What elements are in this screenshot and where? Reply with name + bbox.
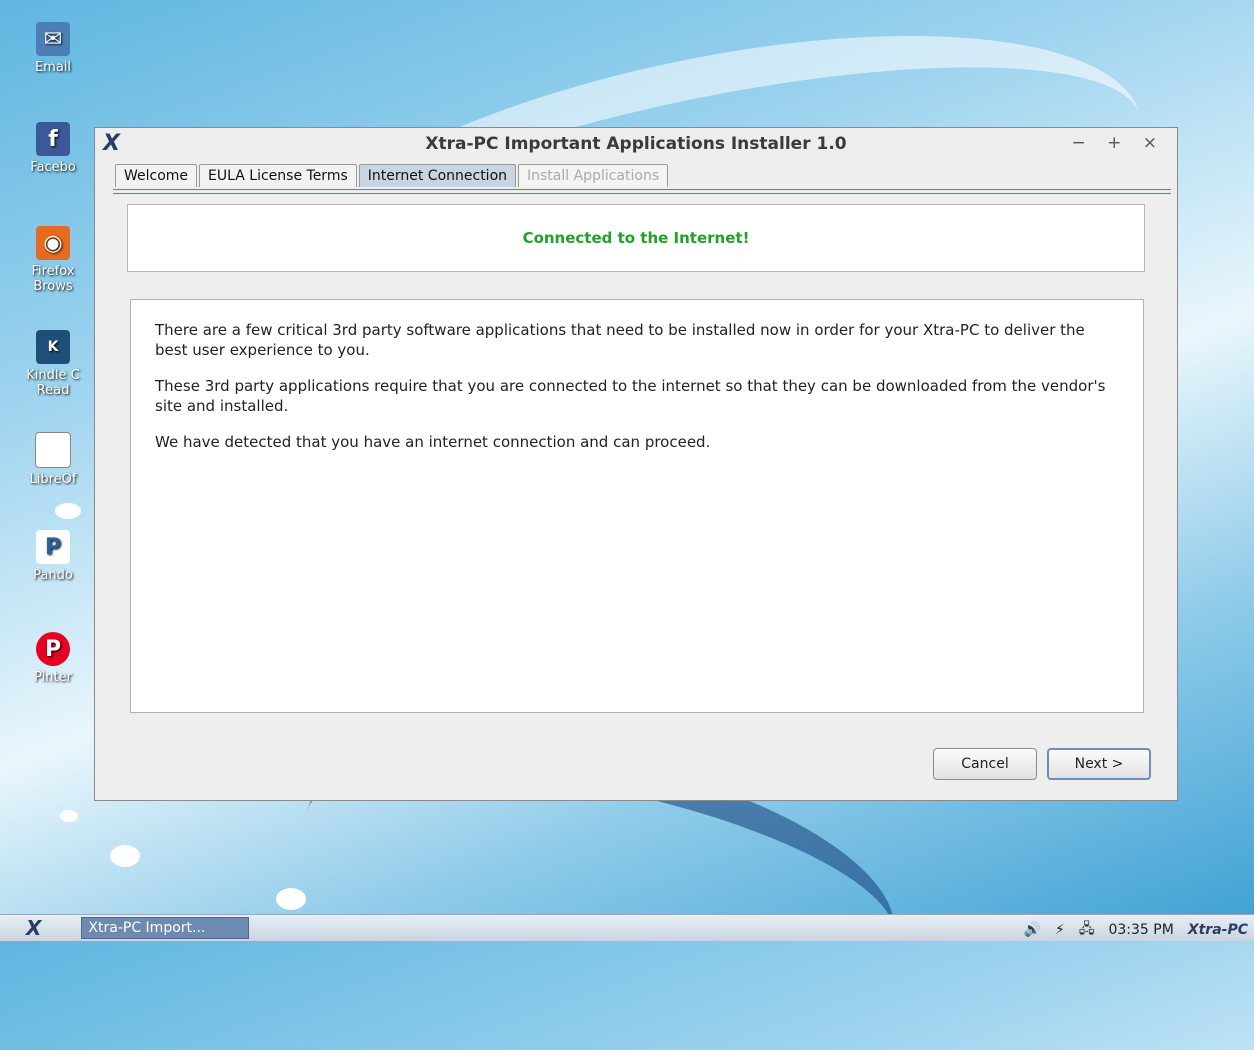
network-icon[interactable]: 🖧	[1079, 918, 1095, 942]
libreoffice-icon	[35, 432, 71, 468]
power-icon[interactable]: ⚡	[1055, 922, 1065, 938]
tab-bar: Welcome EULA License Terms Internet Conn…	[115, 164, 670, 187]
next-button[interactable]: Next >	[1047, 748, 1151, 780]
desktop-icon-kindle[interactable]: K Kindle C Read	[8, 330, 98, 398]
tab-internet-connection[interactable]: Internet Connection	[358, 164, 517, 187]
desktop-icon-facebook[interactable]: f Facebo	[8, 122, 98, 175]
connection-status: Connected to the Internet!	[127, 204, 1145, 272]
desktop-icon-label: Firefox Brows	[31, 264, 75, 294]
message-paragraph: These 3rd party applications require tha…	[155, 377, 1106, 415]
desktop-icon-label: Email	[34, 60, 72, 75]
volume-icon[interactable]: 🔊	[1024, 922, 1041, 938]
maximize-button[interactable]: +	[1107, 133, 1129, 153]
pinterest-icon: P	[36, 632, 70, 666]
tab-install-applications: Install Applications	[518, 164, 669, 187]
taskbar: X Xtra-PC Import... 🔊 ⚡ 🖧 03:35 PM Xtra-…	[0, 914, 1254, 941]
window-controls: − + ×	[1071, 133, 1165, 153]
desktop-icon-libreoffice[interactable]: LibreOf	[8, 432, 98, 487]
desktop-icon-pandora[interactable]: P Pando	[8, 530, 98, 583]
tab-divider	[113, 189, 1171, 194]
wallpaper-dot	[110, 845, 140, 867]
pandora-icon: P	[36, 530, 70, 564]
start-menu-icon[interactable]: X	[26, 916, 41, 940]
desktop-icon-label: Pinter	[34, 670, 72, 685]
message-paragraph: We have detected that you have an intern…	[155, 433, 711, 451]
kindle-icon: K	[36, 330, 70, 364]
desktop-icon-email[interactable]: ✉ Email	[8, 22, 98, 75]
desktop-icon-label: Kindle C Read	[26, 368, 80, 398]
taskbar-task-installer[interactable]: Xtra-PC Import...	[81, 917, 250, 939]
wallpaper-dot	[60, 810, 78, 822]
cancel-button[interactable]: Cancel	[933, 748, 1037, 780]
wallpaper-dot	[276, 888, 306, 910]
facebook-icon: f	[36, 122, 70, 156]
email-icon: ✉	[36, 22, 70, 56]
minimize-button[interactable]: −	[1071, 133, 1093, 153]
window-titlebar[interactable]: X Xtra-PC Important Applications Install…	[95, 128, 1177, 160]
desktop-icon-label: Pando	[33, 568, 73, 583]
wallpaper-dot	[55, 503, 81, 519]
message-paragraph: There are a few critical 3rd party softw…	[155, 321, 1085, 359]
firefox-icon: ◉	[36, 226, 70, 260]
installer-window: X Xtra-PC Important Applications Install…	[94, 127, 1178, 801]
desktop-icon-label: LibreOf	[29, 472, 77, 487]
close-button[interactable]: ×	[1143, 133, 1165, 153]
desktop-icon-pinterest[interactable]: P Pinter	[8, 632, 98, 685]
window-title: Xtra-PC Important Applications Installer…	[425, 134, 847, 154]
desktop-icon-firefox[interactable]: ◉ Firefox Brows	[8, 226, 98, 294]
taskbar-task-label: Xtra-PC Import...	[88, 920, 206, 936]
message-panel: There are a few critical 3rd party softw…	[130, 299, 1144, 713]
tab-welcome[interactable]: Welcome	[115, 164, 198, 187]
brand-logo: Xtra-PC	[1187, 922, 1248, 938]
clock[interactable]: 03:35 PM	[1108, 922, 1173, 938]
tab-eula-license-terms[interactable]: EULA License Terms	[199, 164, 357, 187]
desktop-icon-label: Facebo	[30, 160, 76, 175]
system-tray: 🔊 ⚡ 🖧 03:35 PM Xtra-PC	[1010, 918, 1248, 942]
